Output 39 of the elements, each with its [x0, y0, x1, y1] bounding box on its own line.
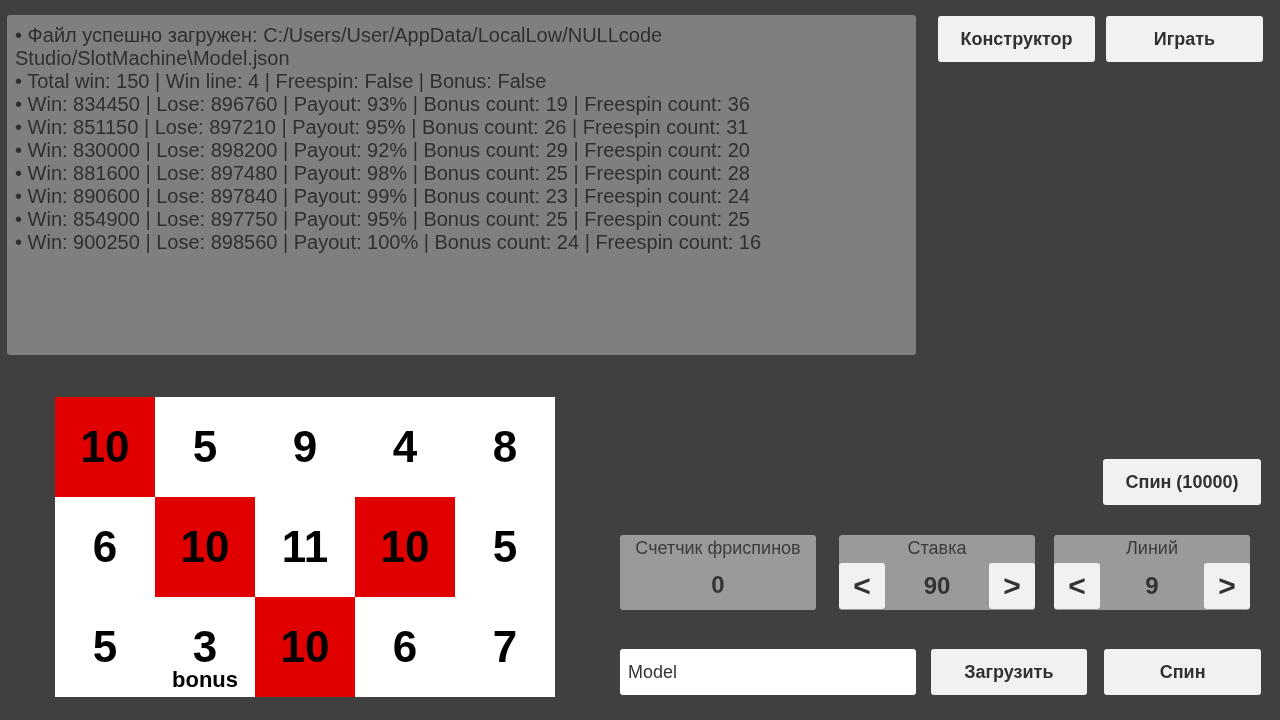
stepper-value: 90: [923, 572, 951, 600]
symbol-number: 5: [192, 422, 218, 472]
load-button[interactable]: Загрузить: [930, 649, 1088, 695]
spin-button[interactable]: Спин: [1104, 649, 1261, 695]
decrement-button[interactable]: <: [839, 563, 885, 609]
log-line: • Win: 834450 | Lose: 896760 | Payout: 93% | Bonus count: 19 | Freespin count: 36: [15, 93, 751, 116]
log-line: • Win: 890600 | Lose: 897840 | Payout: 99% | Bonus count: 23 | Freespin count: 24: [15, 185, 751, 208]
log-line: • Файл успешно загружен: C:/Users/User/AppData/LocalLow/NULLcode Studio/SlotMachine\Model.json: [15, 24, 664, 70]
symbol-number: 7: [492, 622, 518, 672]
menu-button[interactable]: Играть: [1106, 16, 1263, 62]
decrement-button[interactable]: <: [1054, 563, 1100, 609]
symbol-number: 10: [280, 622, 330, 672]
log-line: • Win: 851150 | Lose: 897210 | Payout: 95% | Bonus count: 26 | Freespin count: 31: [15, 116, 750, 139]
panel-label: Счетчик фриспинов: [635, 538, 801, 559]
increment-button[interactable]: >: [989, 563, 1035, 609]
panel-label: Линий: [1126, 538, 1178, 559]
symbol-number: 6: [92, 522, 118, 572]
freespin-count: 0: [711, 571, 725, 599]
symbol-number: 8: [492, 422, 518, 472]
symbol-number: 4: [392, 422, 418, 472]
symbol-number: 6: [392, 622, 418, 672]
symbol-number: 9: [292, 422, 318, 472]
log-line: • Win: 881600 | Lose: 897480 | Payout: 98% | Bonus count: 25 | Freespin count: 28: [15, 162, 751, 185]
stepper-value: 9: [1145, 572, 1159, 600]
spin-many-button[interactable]: Спин (10000): [1103, 459, 1261, 505]
log-line: • Total win: 150 | Win line: 4 | Freespin: False | Bonus: False: [15, 70, 548, 93]
menu-button[interactable]: Конструктор: [938, 16, 1095, 62]
model-input-field[interactable]: Model: [620, 649, 916, 695]
increment-button[interactable]: >: [1204, 563, 1250, 609]
symbol-number: 10: [180, 522, 230, 572]
symbol-number: 5: [92, 622, 118, 672]
symbol-number: 5: [492, 522, 518, 572]
log-line: • Win: 854900 | Lose: 897750 | Payout: 95% | Bonus count: 25 | Freespin count: 25: [15, 208, 751, 231]
log-line: • Win: 830000 | Lose: 898200 | Payout: 92% | Bonus count: 29 | Freespin count: 20: [15, 139, 751, 162]
symbol-number: 10: [80, 422, 130, 472]
panel-label: Ставка: [907, 538, 967, 559]
log-line: • Win: 900250 | Lose: 898560 | Payout: 100% | Bonus count: 24 | Freespin count: 16: [15, 231, 763, 254]
symbol-number: 11: [281, 522, 329, 572]
symbol-number: 10: [380, 522, 430, 572]
